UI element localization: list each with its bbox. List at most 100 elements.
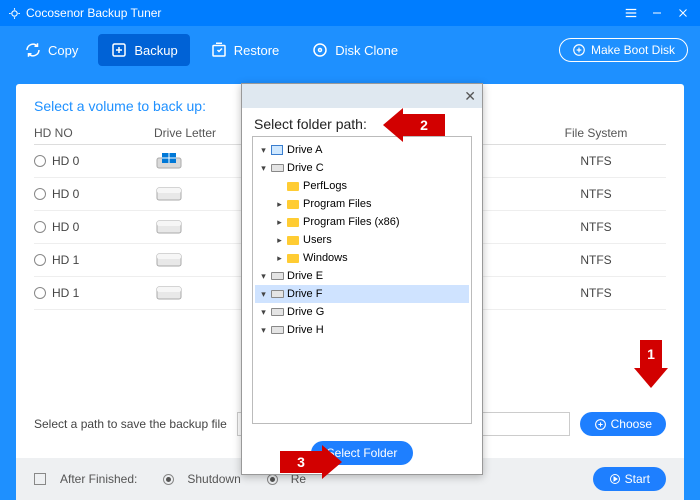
row-radio[interactable] bbox=[34, 155, 46, 167]
radio-shutdown-label: Shutdown bbox=[187, 472, 240, 486]
tree-node[interactable]: ▾ Drive H bbox=[255, 321, 469, 339]
tree-node[interactable]: ▾ Drive F bbox=[255, 285, 469, 303]
tree-label: Drive G bbox=[287, 306, 324, 318]
tree-label: Drive C bbox=[287, 162, 324, 174]
dialog-close-icon[interactable]: ✕ bbox=[464, 88, 476, 105]
after-finished-checkbox[interactable] bbox=[34, 473, 46, 485]
tree-arrow-icon: ▾ bbox=[259, 163, 268, 174]
tree-label: Windows bbox=[303, 252, 348, 264]
row-hdno: HD 0 bbox=[52, 187, 79, 201]
folder-icon bbox=[287, 236, 299, 245]
folder-dialog: ✕ Select folder path: ▾ Drive A ▾ Drive C Pe… bbox=[241, 83, 483, 475]
row-fs: NTFS bbox=[526, 187, 666, 201]
folder-icon bbox=[287, 200, 299, 209]
tab-diskclone[interactable]: Disk Clone bbox=[299, 34, 410, 66]
row-radio[interactable] bbox=[34, 254, 46, 266]
app-title: Cocosenor Backup Tuner bbox=[26, 6, 161, 20]
row-fs: NTFS bbox=[526, 286, 666, 300]
drive-icon bbox=[271, 308, 284, 316]
annotation-3: 3 bbox=[280, 445, 342, 479]
tree-label: Program Files bbox=[303, 198, 371, 210]
annotation-1: 1 bbox=[634, 340, 668, 388]
col-filesystem: File System bbox=[526, 126, 666, 140]
tree-node[interactable]: ▾ Drive E bbox=[255, 267, 469, 285]
tree-arrow-icon: ▾ bbox=[259, 271, 268, 282]
row-radio[interactable] bbox=[34, 188, 46, 200]
radio-shutdown[interactable] bbox=[163, 474, 174, 485]
title-bar: Cocosenor Backup Tuner bbox=[0, 0, 700, 26]
dialog-titlebar[interactable]: ✕ bbox=[242, 84, 482, 108]
plus-circle-icon bbox=[594, 418, 607, 431]
drive-icon bbox=[154, 251, 184, 269]
tree-label: Users bbox=[303, 234, 332, 246]
tab-backup[interactable]: Backup bbox=[98, 34, 189, 66]
dialog-heading: Select folder path: bbox=[242, 108, 482, 136]
folder-tree[interactable]: ▾ Drive A ▾ Drive C PerfLogs ▸ Program Files ▸ P… bbox=[252, 136, 472, 424]
drive-icon bbox=[154, 185, 184, 203]
tree-arrow-icon: ▾ bbox=[259, 307, 268, 318]
tree-node[interactable]: ▾ Drive A bbox=[255, 141, 469, 159]
tab-restore[interactable]: Restore bbox=[198, 34, 292, 66]
restore-icon bbox=[210, 41, 228, 59]
tree-label: Drive H bbox=[287, 324, 324, 336]
tree-arrow-icon: ▾ bbox=[259, 289, 268, 300]
row-radio[interactable] bbox=[34, 287, 46, 299]
tree-label: Program Files (x86) bbox=[303, 216, 400, 228]
row-fs: NTFS bbox=[526, 154, 666, 168]
folder-icon bbox=[287, 182, 299, 191]
drive-icon bbox=[271, 290, 284, 298]
tree-node[interactable]: ▾ Drive G bbox=[255, 303, 469, 321]
menu-icon[interactable] bbox=[622, 4, 640, 22]
folder-icon bbox=[287, 254, 299, 263]
row-radio[interactable] bbox=[34, 221, 46, 233]
tree-arrow-icon: ▸ bbox=[275, 253, 284, 264]
drive-icon bbox=[271, 272, 284, 280]
tree-arrow-icon: ▸ bbox=[275, 217, 284, 228]
radio-restart[interactable] bbox=[267, 474, 278, 485]
close-button[interactable] bbox=[674, 4, 692, 22]
drive-icon bbox=[154, 218, 184, 236]
tree-label: PerfLogs bbox=[303, 180, 347, 192]
pc-icon bbox=[271, 145, 283, 155]
tree-node[interactable]: ▾ Drive C bbox=[255, 159, 469, 177]
copy-icon bbox=[24, 41, 42, 59]
tree-node[interactable]: ▸ Users bbox=[255, 231, 469, 249]
tree-label: Drive A bbox=[287, 144, 322, 156]
diskclone-icon bbox=[311, 41, 329, 59]
after-finished-label: After Finished: bbox=[60, 472, 137, 486]
drive-icon bbox=[154, 284, 184, 302]
backup-icon bbox=[110, 41, 128, 59]
tree-node[interactable]: PerfLogs bbox=[255, 177, 469, 195]
drive-icon bbox=[154, 152, 184, 170]
tree-arrow-icon: ▾ bbox=[259, 145, 268, 156]
make-boot-disk-button[interactable]: Make Boot Disk bbox=[559, 38, 688, 62]
tree-arrow-icon: ▸ bbox=[275, 235, 284, 246]
tree-arrow-icon: ▾ bbox=[259, 325, 268, 336]
drive-icon bbox=[271, 164, 284, 172]
row-fs: NTFS bbox=[526, 220, 666, 234]
path-label: Select a path to save the backup file bbox=[34, 417, 227, 431]
app-logo-icon bbox=[8, 7, 21, 20]
annotation-2: 2 bbox=[383, 108, 445, 142]
minimize-button[interactable] bbox=[648, 4, 666, 22]
row-hdno: HD 1 bbox=[52, 286, 79, 300]
tree-label: Drive E bbox=[287, 270, 323, 282]
folder-icon bbox=[287, 218, 299, 227]
start-button[interactable]: Start bbox=[593, 467, 666, 491]
tree-node[interactable]: ▸ Program Files (x86) bbox=[255, 213, 469, 231]
tree-node[interactable]: ▸ Windows bbox=[255, 249, 469, 267]
tree-label: Drive F bbox=[287, 288, 322, 300]
drive-icon bbox=[271, 326, 284, 334]
plus-circle-icon bbox=[572, 43, 586, 57]
tree-node[interactable]: ▸ Program Files bbox=[255, 195, 469, 213]
choose-button[interactable]: Choose bbox=[580, 412, 666, 436]
tree-arrow-icon: ▸ bbox=[275, 199, 284, 210]
row-fs: NTFS bbox=[526, 253, 666, 267]
row-hdno: HD 0 bbox=[52, 220, 79, 234]
tab-copy[interactable]: Copy bbox=[12, 34, 90, 66]
play-icon bbox=[609, 473, 621, 485]
main-toolbar: Copy Backup Restore Disk Clone Make Boot… bbox=[0, 26, 700, 74]
row-hdno: HD 0 bbox=[52, 154, 79, 168]
row-hdno: HD 1 bbox=[52, 253, 79, 267]
col-hdno: HD NO bbox=[34, 126, 154, 140]
